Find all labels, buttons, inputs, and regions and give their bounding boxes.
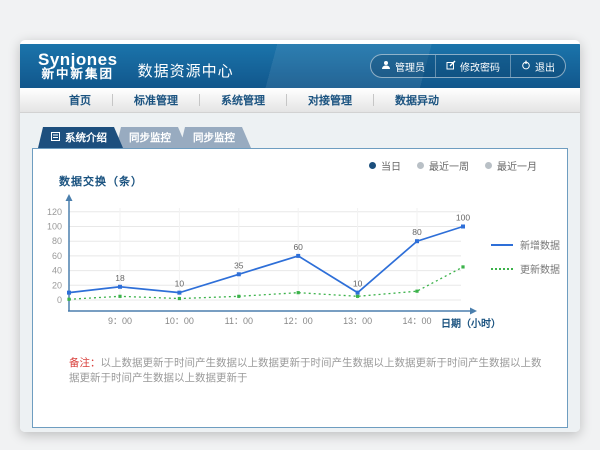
svg-text:10：00: 10：00	[165, 316, 194, 326]
radio-dot-icon	[485, 162, 492, 169]
svg-text:13：00: 13：00	[343, 316, 372, 326]
svg-text:0: 0	[57, 295, 62, 305]
logo-text-en: Synjones	[38, 51, 118, 69]
svg-text:40: 40	[52, 266, 62, 276]
svg-text:35: 35	[234, 260, 244, 270]
edit-icon	[446, 60, 456, 73]
content-area: 系统介绍 同步监控 同步监控 当日 最近一周	[20, 113, 580, 432]
radio-last-week[interactable]: 最近一周	[417, 158, 469, 173]
radio-dot-icon	[417, 162, 424, 169]
svg-text:80: 80	[52, 236, 62, 246]
user-menu: 管理员 修改密码 退出	[370, 54, 566, 78]
svg-text:11：00: 11：00	[225, 316, 253, 326]
svg-text:日期（小时）: 日期（小时）	[441, 317, 501, 330]
svg-text:100: 100	[456, 213, 470, 223]
legend-line-swatch	[491, 268, 513, 270]
user-label: 管理员	[395, 59, 425, 74]
main-nav: 首页 标准管理 系统管理 对接管理 数据异动	[20, 88, 580, 113]
logo: Synjones 新中新集团	[38, 51, 118, 82]
legend-label: 更新数据	[520, 261, 560, 276]
tab-sync-monitor-1[interactable]: 同步监控	[116, 127, 187, 148]
chart-legend: 新增数据 更新数据	[491, 237, 560, 276]
y-axis-title: 数据交换（条）	[59, 173, 143, 189]
tab-sync-monitor-2[interactable]: 同步监控	[180, 127, 251, 148]
radio-label: 最近一周	[429, 158, 469, 173]
svg-text:10: 10	[175, 279, 185, 289]
svg-text:120: 120	[47, 207, 62, 217]
footnote: 备注：以上数据更新于时间产生数据以上数据更新于时间产生数据以上数据更新于时间产生…	[69, 356, 543, 386]
nav-item-docking-management[interactable]: 对接管理	[287, 92, 373, 108]
legend-item-new-data[interactable]: 新增数据	[491, 237, 560, 252]
tab-label: 同步监控	[129, 130, 171, 145]
svg-text:10: 10	[353, 279, 363, 289]
radio-label: 当日	[381, 158, 401, 173]
radio-today[interactable]: 当日	[369, 158, 401, 173]
app-window: Synjones 新中新集团 数据资源中心 管理员 修改密码 退出 首页 标准管…	[20, 40, 580, 432]
legend-item-updated-data[interactable]: 更新数据	[491, 261, 560, 276]
current-user-button[interactable]: 管理员	[371, 55, 435, 77]
tab-system-intro[interactable]: 系统介绍	[38, 127, 123, 148]
svg-text:100: 100	[47, 222, 62, 232]
legend-line-swatch	[491, 244, 513, 246]
nav-item-standard-management[interactable]: 标准管理	[113, 92, 199, 108]
tab-bar: 系统介绍 同步监控 同步监控	[32, 127, 568, 148]
user-icon	[381, 60, 391, 73]
logout-button[interactable]: 退出	[510, 55, 565, 77]
nav-item-system-management[interactable]: 系统管理	[200, 92, 286, 108]
nav-item-home[interactable]: 首页	[48, 92, 112, 108]
radio-dot-icon	[369, 162, 376, 169]
tab-label: 系统介绍	[65, 130, 107, 145]
page-title: 数据资源中心	[138, 60, 234, 81]
svg-text:60: 60	[52, 251, 62, 261]
document-icon	[51, 132, 60, 144]
line-chart: 0 20 40 60 80 100 120 9：00 10：00 11：00 12：00 13：00 1…	[41, 193, 561, 333]
app-header: Synjones 新中新集团 数据资源中心 管理员 修改密码 退出	[20, 44, 580, 88]
svg-text:20: 20	[52, 280, 62, 290]
chart-panel: 当日 最近一周 最近一月 数据交换（条） 0 20 40 60 80 100 120 9：00…	[32, 148, 568, 428]
logout-label: 退出	[535, 59, 555, 74]
radio-label: 最近一月	[497, 158, 537, 173]
svg-text:9：00: 9：00	[108, 316, 132, 326]
time-filter: 当日 最近一周 最近一月	[369, 158, 537, 173]
footnote-text: 以上数据更新于时间产生数据以上数据更新于时间产生数据以上数据更新于时间产生数据以…	[69, 357, 542, 384]
svg-text:80: 80	[412, 227, 422, 237]
tab-label: 同步监控	[193, 130, 235, 145]
power-icon	[521, 60, 531, 73]
change-password-button[interactable]: 修改密码	[435, 55, 510, 77]
svg-text:12：00: 12：00	[284, 316, 313, 326]
logo-text-cn: 新中新集团	[42, 68, 115, 81]
svg-text:60: 60	[293, 242, 303, 252]
radio-last-month[interactable]: 最近一月	[485, 158, 537, 173]
footnote-label: 备注：	[69, 357, 101, 369]
nav-item-data-changes[interactable]: 数据异动	[374, 92, 460, 108]
svg-text:18: 18	[115, 273, 125, 283]
change-password-label: 修改密码	[460, 59, 500, 74]
legend-label: 新增数据	[520, 237, 560, 252]
svg-text:14：00: 14：00	[402, 316, 431, 326]
